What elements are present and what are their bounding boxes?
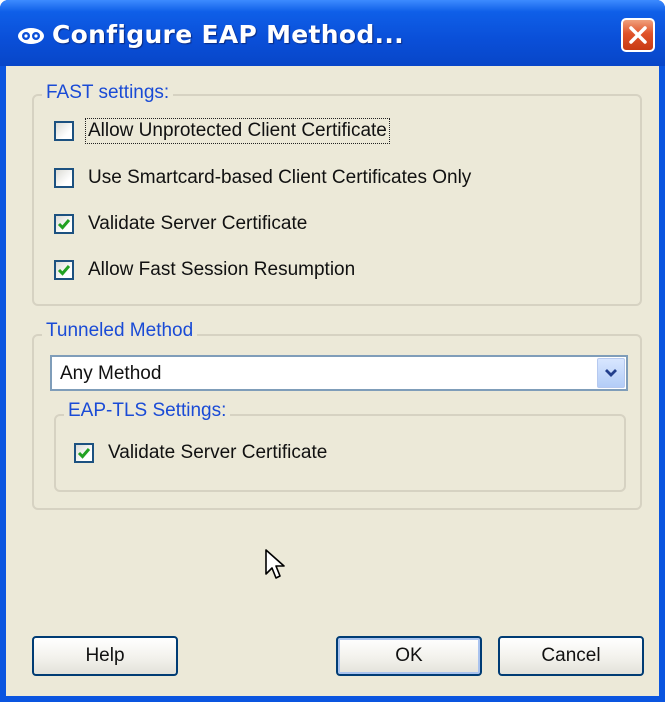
option-label: Allow Fast Session Resumption [88,259,356,280]
close-button[interactable] [621,18,655,52]
checkbox[interactable] [54,260,74,280]
checkmark-icon [57,219,71,230]
option-label: Use Smartcard-based Client Certificates … [88,167,472,188]
option-allow-fast-session-resumption[interactable]: Allow Fast Session Resumption [54,255,357,285]
dialog-window: Configure EAP Method... FAST settings: A… [0,0,665,702]
help-button[interactable]: Help [32,636,178,676]
checkmark-icon [77,448,91,459]
checkbox[interactable] [54,121,74,141]
checkmark-icon [57,265,71,276]
dialog-body: FAST settings: Allow Unprotected Client … [6,66,659,696]
mouse-pointer-icon [264,548,288,587]
option-label: Validate Server Certificate [108,442,328,463]
option-validate-server-certificate[interactable]: Validate Server Certificate [54,209,309,239]
option-label: Validate Server Certificate [88,213,308,234]
cancel-button[interactable]: Cancel [498,636,644,676]
option-label: Allow Unprotected Client Certificate [85,118,390,144]
option-allow-unprotected-client-certificate[interactable]: Allow Unprotected Client Certificate [54,116,390,146]
dropdown-button[interactable] [597,358,625,388]
checkbox[interactable] [54,214,74,234]
window-title: Configure EAP Method... [52,20,404,49]
option-eap-tls-validate-server-certificate[interactable]: Validate Server Certificate [74,438,329,468]
network-icon [16,26,46,46]
title-bar[interactable]: Configure EAP Method... [0,0,665,66]
selected-method: Any Method [60,363,162,384]
tunneled-method-select[interactable]: Any Method [50,355,628,391]
chevron-down-icon [605,369,617,377]
close-icon [629,26,647,44]
option-use-smartcard-certificates-only[interactable]: Use Smartcard-based Client Certificates … [54,163,473,193]
checkbox[interactable] [74,443,94,463]
tunneled-method-legend: Tunneled Method [42,320,198,342]
eap-tls-settings-legend: EAP-TLS Settings: [64,400,231,422]
checkbox[interactable] [54,168,74,188]
fast-settings-legend: FAST settings: [42,82,174,104]
ok-button[interactable]: OK [336,636,482,676]
